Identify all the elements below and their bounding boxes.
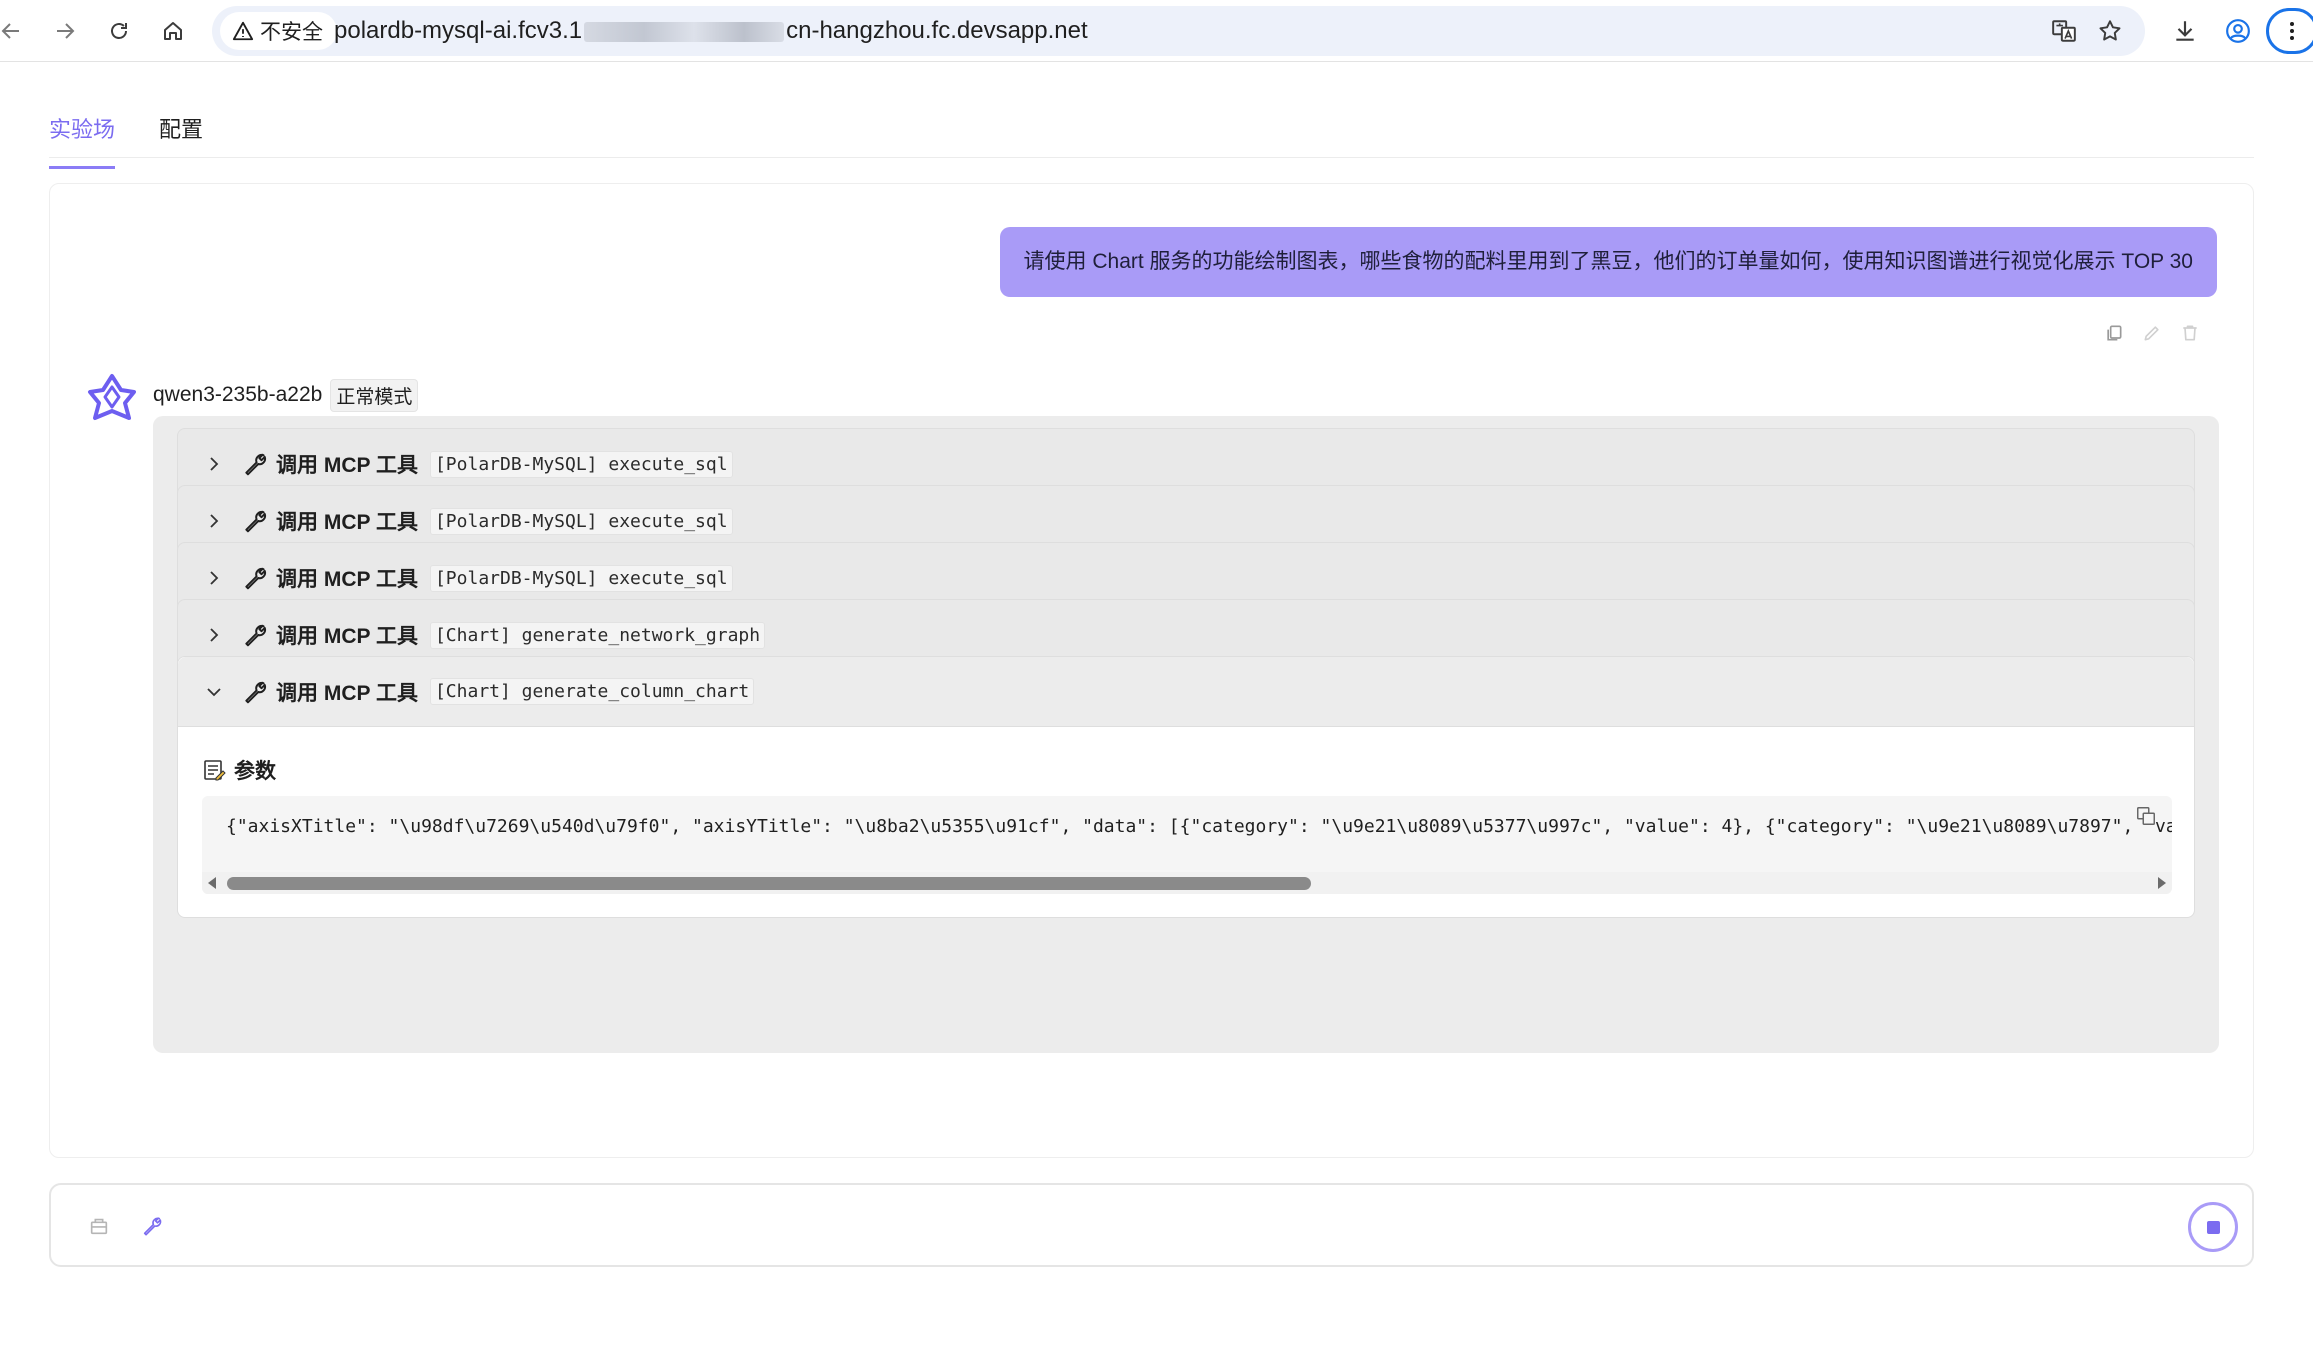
scroll-right-icon[interactable] xyxy=(2158,877,2166,889)
params-code: {"axisXTitle": "\u98df\u7269\u540d\u79f0… xyxy=(226,816,2172,837)
chat-input-bar xyxy=(49,1183,2254,1267)
tab-config[interactable]: 配置 xyxy=(159,112,203,166)
home-button[interactable] xyxy=(154,12,192,50)
model-avatar xyxy=(87,373,137,423)
tool-call-title: 调用 MCP 工具 xyxy=(276,568,418,591)
star-icon xyxy=(2099,20,2121,41)
forward-arrow-icon xyxy=(57,23,75,39)
browser-toolbar: 不安全 polardb-mysql-ai.fcv3.1 cn-hangzhou.f… xyxy=(0,0,2313,62)
tool-call-name: [PolarDB-MySQL] execute_sql xyxy=(429,450,733,478)
user-message-bubble: 请使用 Chart 服务的功能绘制图表，哪些食物的配料里用到了黑豆，他们的订单量… xyxy=(999,227,2217,297)
more-vertical-icon xyxy=(2290,22,2294,40)
wrench-icon xyxy=(242,508,268,534)
stop-generation-button[interactable] xyxy=(2188,1202,2238,1252)
reload-icon xyxy=(111,23,127,39)
url-prefix: polardb-mysql-ai.fcv3.1 xyxy=(334,17,583,44)
tool-call-title: 调用 MCP 工具 xyxy=(276,625,418,648)
forward-button[interactable] xyxy=(46,12,84,50)
tab-bar: 实验场 配置 xyxy=(49,96,2254,169)
copy-message-button[interactable] xyxy=(2103,322,2125,344)
scrollbar-thumb[interactable] xyxy=(227,877,1311,890)
profile-avatar-icon xyxy=(2226,19,2250,43)
tool-call-title: 调用 MCP 工具 xyxy=(276,681,418,705)
model-header: qwen3-235b-a22b 正常模式 xyxy=(153,378,419,412)
profile-button[interactable] xyxy=(2219,12,2257,50)
tool-call-name: [PolarDB-MySQL] execute_sql xyxy=(429,507,733,535)
tool-call-name: [Chart] generate_column_chart xyxy=(429,678,755,705)
download-icon xyxy=(2176,21,2194,41)
copy-icon xyxy=(2137,807,2155,825)
wrench-icon xyxy=(242,565,268,591)
translate-button[interactable] xyxy=(2048,15,2080,47)
edit-pencil-icon xyxy=(2144,326,2159,341)
memo-icon xyxy=(204,760,226,781)
copy-icon xyxy=(2107,325,2122,341)
bookmark-star-button[interactable] xyxy=(2094,15,2126,47)
scroll-left-icon[interactable] xyxy=(208,877,216,889)
reload-button[interactable] xyxy=(100,12,138,50)
chevron-right-icon xyxy=(202,509,226,533)
trash-icon xyxy=(2183,325,2197,341)
mode-badge: 正常模式 xyxy=(330,378,419,412)
wrench-icon xyxy=(143,1217,162,1236)
tool-call-name: [Chart] generate_network_graph xyxy=(429,621,766,649)
home-icon xyxy=(164,22,182,40)
assistant-reply: 调用 MCP 工具 [PolarDB-MySQL] execute_sql 调用… xyxy=(153,416,2219,1053)
model-name: qwen3-235b-a22b xyxy=(153,383,323,406)
copy-code-button[interactable] xyxy=(2134,804,2158,828)
tool-call-header[interactable]: 调用 MCP 工具 [Chart] generate_column_chart xyxy=(178,657,2194,727)
back-arrow-icon xyxy=(1,23,19,39)
downloads-button[interactable] xyxy=(2166,12,2204,50)
tab-playground[interactable]: 实验场 xyxy=(49,112,116,169)
params-heading: 参数 xyxy=(202,755,276,785)
url-text[interactable]: polardb-mysql-ai.fcv3.1 cn-hangzhou.fc.de… xyxy=(334,6,1088,56)
chevron-right-icon xyxy=(202,452,226,476)
edit-message-button[interactable] xyxy=(2141,322,2163,344)
attachment-button[interactable] xyxy=(86,1213,112,1239)
tool-call-title: 调用 MCP 工具 xyxy=(276,454,418,477)
security-indicator[interactable]: 不安全 xyxy=(220,12,337,50)
address-bar[interactable]: 不安全 polardb-mysql-ai.fcv3.1 cn-hangzhou.f… xyxy=(212,6,2145,56)
warning-triangle-icon xyxy=(232,21,254,41)
params-code-block: {"axisXTitle": "\u98df\u7269\u540d\u79f0… xyxy=(202,796,2172,894)
url-redaction xyxy=(584,21,785,42)
stop-icon xyxy=(2206,1220,2220,1234)
chat-input[interactable] xyxy=(201,1201,2101,1251)
tool-call-title: 调用 MCP 工具 xyxy=(276,511,418,534)
wrench-icon xyxy=(242,622,268,648)
browser-menu-button[interactable] xyxy=(2266,8,2313,54)
security-label: 不安全 xyxy=(260,21,323,44)
wrench-icon xyxy=(242,451,268,477)
chevron-down-icon xyxy=(202,680,226,704)
params-label: 参数 xyxy=(234,760,276,783)
tools-button[interactable] xyxy=(139,1213,165,1239)
message-actions xyxy=(2103,322,2201,344)
database-icon xyxy=(90,1218,108,1235)
horizontal-scrollbar[interactable] xyxy=(202,872,2172,894)
delete-message-button[interactable] xyxy=(2179,322,2201,344)
url-suffix: cn-hangzhou.fc.devsapp.net xyxy=(786,17,1088,44)
chevron-right-icon xyxy=(202,623,226,647)
wrench-icon xyxy=(242,679,268,705)
back-button[interactable] xyxy=(0,12,30,50)
chat-panel: 请使用 Chart 服务的功能绘制图表，哪些食物的配料里用到了黑豆，他们的订单量… xyxy=(49,183,2254,1158)
translate-icon xyxy=(2052,20,2076,42)
tool-call-row-expanded: 调用 MCP 工具 [Chart] generate_column_chart … xyxy=(177,656,2195,918)
chevron-right-icon xyxy=(202,566,226,590)
qwen-logo-icon xyxy=(88,374,136,420)
tool-call-name: [PolarDB-MySQL] execute_sql xyxy=(429,564,733,592)
